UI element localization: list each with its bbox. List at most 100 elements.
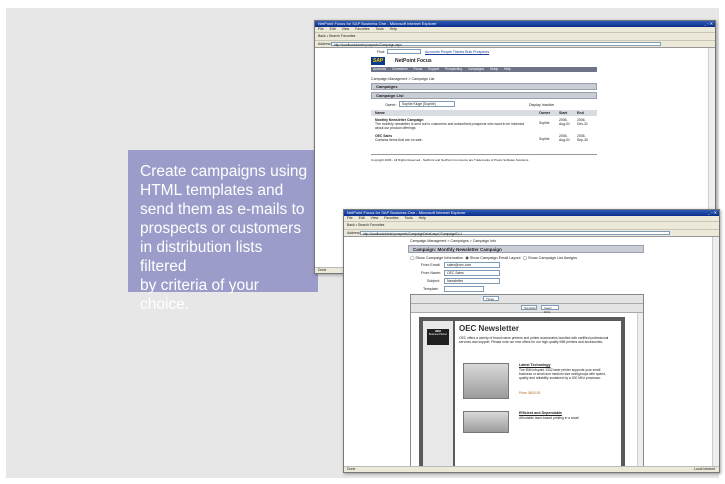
breadcrumb: Campaign Managment > Campaign List	[371, 77, 435, 81]
printer-image	[463, 363, 509, 399]
front-window-title: NetPoint Focus for SAP Business One - Mi…	[347, 210, 466, 215]
radio-label: Show Campaign Email Layout	[469, 256, 521, 260]
display-inactive-checkbox[interactable]: Display Inactive	[529, 103, 554, 107]
item2-title[interactable]: Efficient and Dependable	[519, 411, 562, 415]
row-start: 2006-Aug-01	[559, 118, 570, 126]
col-owner[interactable]: Owner	[539, 111, 550, 115]
section-campaign-title: Campaign: Monthly Newsletter Campaign	[408, 245, 644, 253]
main-nav: Accounts Commerce Focus Support Prospect…	[371, 67, 597, 72]
menu-favorites[interactable]: Favorites	[355, 27, 369, 31]
newsletter-intro: OEC offers a variety of brand name print…	[459, 336, 609, 345]
find-links[interactable]: Accounts People Tickets Bulk Prospects	[425, 50, 489, 54]
front-address-bar: Address http://localhost/admin/prospects…	[344, 230, 719, 237]
col-start[interactable]: Start	[559, 111, 567, 115]
find-input[interactable]	[387, 49, 421, 54]
item1-title[interactable]: Latest Technology	[519, 363, 550, 367]
subject-label: Subject:	[427, 279, 440, 283]
insert-html-select[interactable]: Insert Html	[541, 305, 559, 314]
callout-line: by criteria of your choice.	[140, 277, 259, 313]
menu-file[interactable]: File	[347, 216, 353, 220]
menu-view[interactable]: View	[342, 27, 350, 31]
menu-edit[interactable]: Edit	[359, 216, 365, 220]
row-end: 2006-Dec-31	[577, 118, 588, 126]
newsletter-heading: OEC Newsletter	[459, 324, 520, 333]
front-page-content: Campaign Managment > Campaigns > Campaig…	[344, 237, 713, 468]
status-text: Done	[347, 467, 356, 471]
col-name[interactable]: Name	[375, 111, 385, 115]
menu-tools[interactable]: Tools	[404, 216, 412, 220]
nav-prospecting[interactable]: Prospecting	[445, 67, 462, 71]
editor-scrollbar[interactable]	[637, 313, 643, 467]
newsletter-preview: IBM Business Partner OEC Newsletter OEC …	[419, 317, 625, 467]
from-name-input[interactable]: OEC Sales	[444, 270, 500, 276]
col-end[interactable]: End	[577, 111, 584, 115]
front-statusbar: Done Local intranet	[344, 466, 719, 472]
footer-divider	[371, 154, 597, 155]
logo-subtext: Business Partner	[428, 333, 448, 336]
nav-commerce[interactable]: Commerce	[392, 67, 408, 71]
callout-line: send them as e-mails to	[140, 201, 305, 218]
template-select[interactable]	[444, 286, 484, 292]
newsletter-sidebar: IBM Business Partner	[423, 321, 453, 467]
nav-support[interactable]: Support	[428, 67, 439, 71]
symbols-select[interactable]: Symbols	[521, 305, 537, 310]
back-toolbar: Back • Search Favorites	[315, 33, 715, 41]
font-select[interactable]: Times	[483, 296, 499, 301]
radio-list-assigns[interactable]: ◯ Show Campaign List Assigns	[523, 256, 577, 260]
toolbar-buttons[interactable]: Back • Search Favorites	[318, 34, 355, 38]
html-editor[interactable]: Times Symbols Insert Html IBM Business P…	[410, 294, 644, 468]
window-controls-icon[interactable]: _ ▫ ✕	[704, 21, 713, 27]
item2-text: Affordable laser-based printing in a sma…	[519, 416, 579, 420]
menu-view[interactable]: View	[371, 216, 379, 220]
menu-tools[interactable]: Tools	[375, 27, 383, 31]
address-input[interactable]: http://localhost/admin/prospects/Campaig…	[331, 42, 661, 47]
callout-line: Create campaigns using	[140, 163, 308, 180]
front-scrollbar[interactable]	[712, 237, 719, 466]
template-label: Template:	[423, 287, 439, 291]
sap-logo: SAP	[371, 57, 385, 65]
app-title: NetPoint Focus	[395, 58, 432, 64]
row-owner: Sophie	[539, 137, 550, 141]
row-start: 2006-Aug-01	[559, 134, 570, 142]
owner-select[interactable]: Sophie Kluge [Sophie]	[399, 101, 455, 107]
window-controls-icon[interactable]: _ ▫ ✕	[708, 210, 717, 216]
row-end: 2006-Sep-30	[577, 134, 588, 142]
nav-campaigns[interactable]: Campaigns	[468, 67, 484, 71]
page-footer: Copyright 2006 - All Rights Reserved - N…	[371, 158, 530, 162]
nav-help[interactable]: Help	[504, 67, 511, 71]
front-toolbar: Back • Search Favorites	[344, 222, 719, 230]
toolbar-buttons[interactable]: Back • Search Favorites	[347, 223, 384, 227]
ibm-logo: IBM Business Partner	[427, 329, 449, 345]
find-label: Find:	[377, 50, 385, 54]
front-browser-window: NetPoint Focus for SAP Business One - Mi…	[343, 209, 720, 473]
menu-help[interactable]: Help	[390, 27, 397, 31]
nav-focus[interactable]: Focus	[414, 67, 423, 71]
menu-favorites[interactable]: Favorites	[384, 216, 398, 220]
menu-edit[interactable]: Edit	[330, 27, 336, 31]
address-input[interactable]: http://localhost/admin/prospects/Campaig…	[360, 231, 670, 236]
feature-callout: Create campaigns using HTML templates an…	[128, 150, 318, 313]
radio-email-layout[interactable]: ◉ Show Campaign Email Layout	[465, 256, 520, 260]
from-email-label: From Email:	[421, 263, 441, 267]
callout-line: prospects or customers	[140, 220, 302, 237]
table-row[interactable]: Monthly Newsletter Campaign The monthly …	[371, 118, 597, 132]
from-email-input[interactable]: sales@oec.com	[444, 262, 500, 268]
printer-image-2	[463, 411, 509, 433]
menu-help[interactable]: Help	[419, 216, 426, 220]
radio-campaign-info[interactable]: ◯ Show Campaign Information	[410, 256, 463, 260]
nav-accounts[interactable]: Accounts	[373, 67, 386, 71]
table-header: Name Owner Start End	[371, 110, 597, 116]
radio-label: Show Campaign Information	[415, 256, 464, 260]
callout-line: HTML templates and	[140, 182, 284, 199]
section-campaign-list: Campaign List	[371, 92, 597, 99]
view-radio-group: ◯ Show Campaign Information ◉ Show Campa…	[410, 255, 577, 260]
subject-input[interactable]: Newsletter	[444, 278, 500, 284]
table-row[interactable]: OEC Sales Contains items that are on sal…	[371, 134, 597, 146]
nav-setup[interactable]: Setup	[490, 67, 498, 71]
callout-line: in distribution lists filtered	[140, 239, 263, 275]
zone-status: Local intranet	[693, 467, 715, 471]
item1-text: The IBM Infoprint 1332 laser printer sup…	[519, 368, 606, 380]
status-text: Done	[318, 268, 327, 272]
row-desc: The monthly newsletter is sent out to cu…	[375, 122, 525, 130]
menu-file[interactable]: File	[318, 27, 324, 31]
